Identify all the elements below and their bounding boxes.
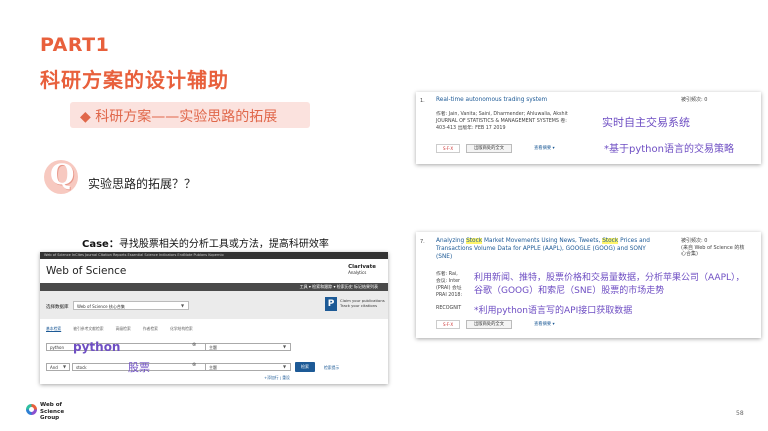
tab-basic-search[interactable]: 基本检索 bbox=[46, 326, 61, 331]
sfx-button[interactable]: S·F·X bbox=[436, 144, 460, 153]
wos-brand[interactable]: Web of Science bbox=[46, 265, 126, 277]
result-title-link[interactable]: Real-time autonomous trading system bbox=[436, 96, 547, 104]
logo-center bbox=[29, 407, 34, 412]
operator-select[interactable]: And bbox=[46, 363, 70, 371]
annotation-result1-title: 实时自主交易系统 bbox=[602, 116, 690, 129]
search-tip-link[interactable]: 检索提示 bbox=[324, 365, 339, 371]
view-abstract-link[interactable]: 查看摘要 ▾ bbox=[534, 145, 555, 151]
field-select-1[interactable]: 主题 bbox=[205, 343, 291, 351]
sfx-button[interactable]: S·F·X bbox=[436, 320, 460, 329]
cited-source-2: 心合集) bbox=[681, 251, 698, 257]
search-input-1[interactable]: python bbox=[46, 343, 206, 351]
result-journal: JOURNAL OF STATISTICS & MANAGEMENT SYSTE… bbox=[436, 119, 567, 124]
annotation-stock: 股票 bbox=[128, 361, 150, 374]
part-label: PART1 bbox=[40, 34, 110, 56]
meta-line-5: RECOGNIT bbox=[436, 306, 462, 311]
tab-advanced-search[interactable]: 高级检索 bbox=[116, 326, 131, 331]
search-button[interactable]: 检索 bbox=[295, 362, 315, 372]
result-number: 7. bbox=[420, 239, 425, 245]
chevron-down-icon: ▼ bbox=[63, 364, 67, 369]
tab-structure-search[interactable]: 化学结构检索 bbox=[170, 326, 193, 331]
title-part: Market Movements Using News, Tweets, bbox=[482, 238, 603, 244]
clarivate-sub: Analytics bbox=[348, 270, 367, 275]
add-row-link[interactable]: +添加行 | 重设 bbox=[264, 375, 290, 381]
page-number: 58 bbox=[736, 410, 744, 417]
case-label: Case： bbox=[82, 239, 119, 250]
annotation-result1-note: *基于python语言的交易策略 bbox=[604, 144, 734, 155]
clarivate-logo: Clarivate Analytics bbox=[348, 264, 376, 275]
clear-icon[interactable]: ⊗ bbox=[192, 362, 196, 368]
wos-nav-bar[interactable]: 工具 ▾ 检索和跟踪 ▾ 检索历史 标记结果列表 bbox=[40, 283, 388, 291]
db-label: 选择数据库 bbox=[46, 305, 69, 310]
slide-title: 科研方案的设计辅助 bbox=[40, 68, 229, 92]
case-line: Case：寻找股票相关的分析工具或方法，提高科研效率 bbox=[82, 235, 329, 250]
view-abstract-link[interactable]: 查看摘要 ▾ bbox=[534, 321, 555, 327]
title-highlight: Stock bbox=[602, 238, 619, 244]
annotation-result7-line1: 利用新闻、推特，股票价格和交易量数据，分析苹果公司（AAPL）， bbox=[474, 273, 745, 283]
chevron-down-icon: ▼ bbox=[181, 303, 185, 308]
cited-count: 被引频次: 0 bbox=[681, 238, 708, 244]
fulltext-button[interactable]: 出版商处的全文 bbox=[466, 144, 512, 153]
wos-top-links[interactable]: Web of Science InCites Journal Citation … bbox=[40, 252, 388, 259]
annotation-result7-note: *利用python语言写的API接口获取数据 bbox=[474, 306, 633, 316]
result-title-link[interactable]: Analyzing Stock Market Movements Using N… bbox=[436, 237, 650, 245]
subtitle: ◆ 科研方案——实验思路的拓展 bbox=[80, 109, 278, 125]
title-part: Prices and bbox=[618, 238, 650, 244]
logo-line-1: Web of bbox=[40, 402, 62, 408]
field-select-2[interactable]: 主题 bbox=[205, 363, 291, 371]
wos-search-panel: Web of Science InCites Journal Citation … bbox=[40, 252, 388, 384]
search-tabs: 基本检索 被引参考文献检索 高级检索 作者检索 化学结构检索 bbox=[46, 326, 205, 332]
chevron-down-icon: ▼ bbox=[283, 344, 287, 349]
result-authors: 作者: Jain, Vanita; Saini, Dharmender; Ahl… bbox=[436, 112, 568, 117]
publons-icon[interactable]: P bbox=[325, 297, 337, 311]
claim-line-2: Track your citations bbox=[340, 303, 378, 308]
q-icon-letter: Q bbox=[50, 158, 75, 191]
meta-line-2: 会议: Inter bbox=[436, 279, 460, 284]
wos-group-logo: Web of Science Group bbox=[40, 402, 64, 422]
title-part: Analyzing bbox=[436, 238, 467, 244]
database-select[interactable]: Web of Science 核心合集 bbox=[73, 301, 189, 310]
meta-line-1: 作者: Rai, bbox=[436, 272, 458, 277]
tab-author-search[interactable]: 作者检索 bbox=[143, 326, 158, 331]
annotation-result7-line2: 谷歌（GOOG）和索尼（SNE）股票的市场走势 bbox=[474, 286, 665, 296]
result-title-line-3[interactable]: (SNE) bbox=[436, 253, 452, 261]
meta-line-3: (PRAI) 会址 bbox=[436, 286, 462, 291]
case-text: 寻找股票相关的分析工具或方法，提高科研效率 bbox=[118, 239, 329, 250]
meta-line-4: PRAI 2018: bbox=[436, 293, 463, 298]
clear-icon[interactable]: ⊗ bbox=[192, 342, 196, 348]
title-highlight: Stock bbox=[466, 238, 483, 244]
cited-count: 被引频次: 0 bbox=[681, 97, 708, 103]
result-pages: 403-413 出版年: FEB 17 2019 bbox=[436, 126, 506, 131]
chevron-down-icon: ▼ bbox=[283, 364, 287, 369]
fulltext-button[interactable]: 出版商处的全文 bbox=[466, 320, 512, 329]
claim-text[interactable]: Claim your publications Track your citati… bbox=[340, 298, 385, 308]
tab-cited-reference[interactable]: 被引参考文献检索 bbox=[73, 326, 103, 331]
result-number: 1. bbox=[420, 98, 425, 104]
question-text: 实验思路的拓展？？ bbox=[88, 177, 197, 191]
result-title-line-2[interactable]: Transactions Volume Data for APPLE (AAPL… bbox=[436, 245, 646, 253]
logo-line-3: Group bbox=[40, 415, 60, 421]
annotation-python: python bbox=[73, 340, 121, 354]
